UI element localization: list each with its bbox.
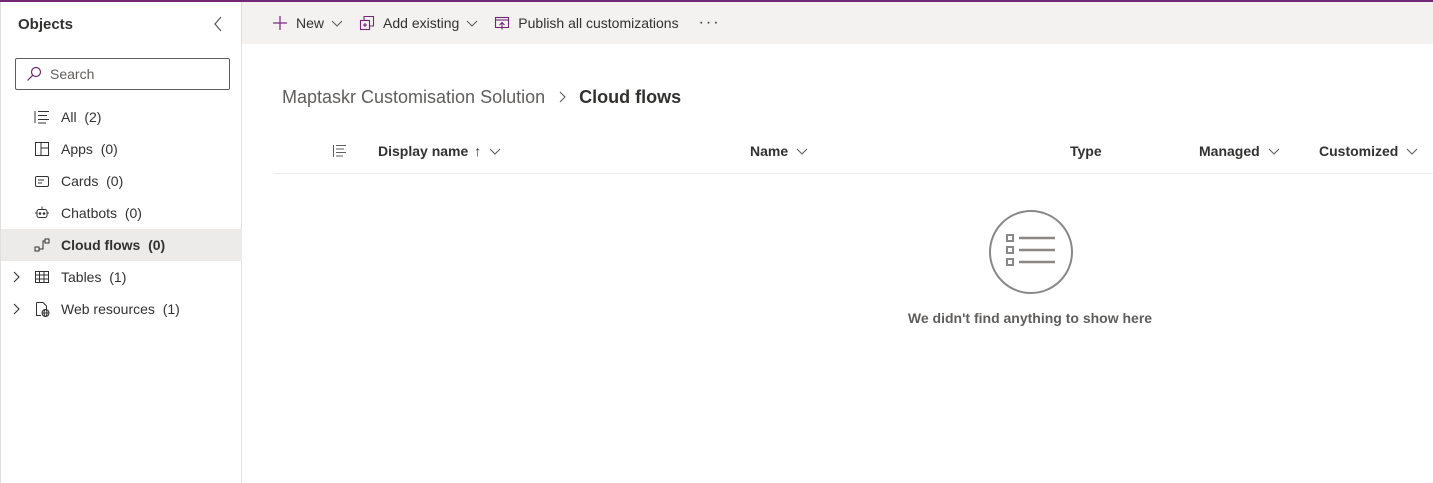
column-label: Customized — [1319, 143, 1399, 159]
chevron-down-icon — [1406, 148, 1418, 155]
column-options-button[interactable] — [332, 134, 348, 168]
chevron-right-icon[interactable] — [10, 271, 22, 283]
nav-item-label: Chatbots — [61, 205, 118, 221]
search-field[interactable] — [15, 58, 230, 90]
list-icon — [34, 109, 50, 125]
nav-item-label: Tables — [61, 269, 102, 285]
more-commands-button[interactable]: ··· — [695, 14, 725, 32]
table-header: Display name ↑ Name Type Managed Customi… — [274, 134, 1433, 174]
nav-item-label: All — [61, 109, 77, 125]
breadcrumb-solution-link[interactable]: Maptaskr Customisation Solution — [282, 87, 545, 108]
command-bar: New Add existing Publish all customizati… — [242, 2, 1433, 44]
add-existing-icon — [359, 15, 375, 31]
chevron-right-icon — [559, 91, 566, 103]
nav-item-apps[interactable]: Apps (0) — [1, 133, 242, 165]
web-resource-icon — [34, 301, 50, 317]
chevron-down-icon — [1268, 148, 1280, 155]
nav-item-count: (0) — [148, 237, 166, 253]
chevron-down-icon — [331, 20, 343, 27]
apps-icon — [34, 141, 50, 157]
search-input[interactable] — [50, 66, 220, 82]
empty-list-icon — [989, 210, 1073, 294]
chevron-left-icon — [214, 16, 222, 32]
table-icon — [34, 269, 50, 285]
chevron-right-icon[interactable] — [10, 303, 22, 315]
column-header-display-name[interactable]: Display name ↑ — [378, 134, 501, 168]
nav-item-count: (0) — [106, 173, 124, 189]
publish-label: Publish all customizations — [518, 15, 679, 31]
column-label: Managed — [1199, 143, 1260, 159]
nav-item-tables[interactable]: Tables (1) — [1, 261, 242, 293]
column-label: Name — [750, 143, 789, 159]
nav-item-count: (1) — [162, 301, 180, 317]
nav-item-count: (0) — [100, 141, 118, 157]
publish-icon — [494, 15, 510, 31]
column-header-customized[interactable]: Customized — [1319, 134, 1418, 168]
plus-icon — [272, 15, 288, 31]
column-header-type[interactable]: Type — [1070, 134, 1102, 168]
sidebar-header: Objects — [18, 14, 228, 34]
chevron-down-icon — [796, 148, 808, 155]
flow-icon — [34, 237, 50, 253]
nav-item-cloud-flows[interactable]: Cloud flows (0) — [1, 229, 242, 261]
nav-item-all[interactable]: All (2) — [1, 101, 242, 133]
sidebar-title: Objects — [18, 15, 74, 33]
new-button[interactable]: New — [272, 7, 343, 39]
breadcrumb: Maptaskr Customisation Solution Cloud fl… — [282, 84, 681, 110]
add-existing-button[interactable]: Add existing — [359, 7, 478, 39]
column-label: Display name — [378, 143, 469, 159]
nav-item-count: (1) — [109, 269, 127, 285]
nav-item-label: Cloud flows — [61, 237, 141, 253]
search-icon — [27, 66, 42, 81]
column-list-icon — [333, 145, 346, 157]
nav-item-label: Cards — [61, 173, 99, 189]
column-header-managed[interactable]: Managed — [1199, 134, 1280, 168]
nav-item-web-resources[interactable]: Web resources (1) — [1, 293, 242, 325]
nav-item-count: (2) — [84, 109, 102, 125]
nav-item-label: Apps — [61, 141, 93, 157]
chevron-down-icon — [466, 20, 478, 27]
add-existing-label: Add existing — [383, 15, 460, 31]
nav-item-chatbots[interactable]: Chatbots (0) — [1, 197, 242, 229]
publish-all-button[interactable]: Publish all customizations — [494, 7, 679, 39]
column-label: Type — [1070, 143, 1102, 159]
chevron-down-icon — [489, 148, 501, 155]
page-title: Cloud flows — [579, 86, 682, 107]
bot-icon — [34, 205, 50, 221]
nav-item-count: (0) — [124, 205, 142, 221]
nav-item-label: Web resources — [61, 301, 155, 317]
nav-item-cards[interactable]: Cards (0) — [1, 165, 242, 197]
card-icon — [34, 173, 50, 189]
collapse-sidebar-button[interactable] — [208, 14, 228, 34]
objects-sidebar: Objects All (2) Apps (0) Cards — [0, 2, 242, 483]
object-nav-list: All (2) Apps (0) Cards (0) Chatbots (0) — [1, 101, 242, 325]
empty-state-message: We didn't find anything to show here — [907, 310, 1153, 326]
sort-ascending-icon: ↑ — [474, 143, 482, 159]
new-button-label: New — [296, 15, 325, 31]
column-header-name[interactable]: Name — [750, 134, 808, 168]
